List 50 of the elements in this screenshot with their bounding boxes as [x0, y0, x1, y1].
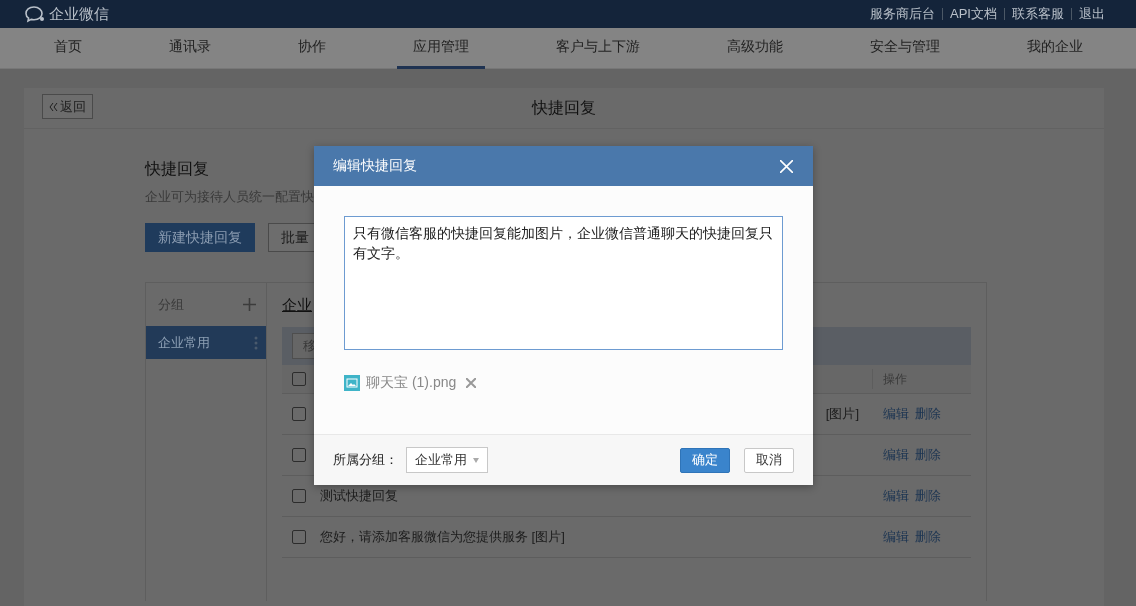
header-link[interactable]: 退出: [1071, 8, 1112, 20]
delete-link[interactable]: 删除: [915, 446, 941, 464]
reply-text-field[interactable]: 只有微信客服的快捷回复能加图片，企业微信普通聊天的快捷回复只有文字。: [344, 216, 783, 350]
create-reply-button[interactable]: 新建快捷回复: [145, 223, 255, 252]
list-title: 企业: [282, 294, 313, 315]
page-title: 快捷回复: [532, 97, 596, 118]
image-file-icon: [344, 375, 360, 391]
checkbox[interactable]: [292, 372, 306, 386]
reply-text: 测试快捷回复: [320, 487, 398, 505]
edit-link[interactable]: 编辑: [883, 446, 909, 464]
header-link[interactable]: 联系客服: [1004, 8, 1071, 20]
dropdown-arrow-icon: [473, 457, 479, 463]
nav-tab[interactable]: 客户与上下游: [539, 28, 656, 69]
delete-link[interactable]: 删除: [915, 487, 941, 505]
delete-link[interactable]: 删除: [915, 528, 941, 546]
nav-tab[interactable]: 我的企业: [1010, 28, 1099, 69]
checkbox[interactable]: [292, 448, 306, 462]
logo-text: 企业微信: [49, 4, 109, 24]
header-link[interactable]: API文档: [942, 8, 1004, 20]
nav-tab[interactable]: 通讯录: [152, 28, 227, 69]
nav-tab[interactable]: 高级功能: [710, 28, 799, 69]
reply-text: [图片]: [825, 405, 859, 423]
confirm-button[interactable]: 确定: [680, 447, 730, 473]
attachment-name: 聊天宝 (1).png: [366, 374, 457, 392]
reply-text: 您好，请添加客服微信为您提供服务 [图片]: [320, 528, 565, 546]
edit-link[interactable]: 编辑: [883, 405, 909, 423]
header-link[interactable]: 服务商后台: [863, 8, 943, 20]
close-icon[interactable]: [780, 159, 793, 173]
edit-link[interactable]: 编辑: [883, 528, 909, 546]
add-icon[interactable]: [243, 298, 256, 311]
nav-tab[interactable]: 安全与管理: [853, 28, 956, 69]
nav-tab[interactable]: 协作: [281, 28, 342, 69]
back-button[interactable]: 返回: [42, 94, 93, 119]
checkbox[interactable]: [292, 407, 306, 421]
double-chevron-icon: [49, 102, 58, 111]
checkbox[interactable]: [292, 530, 306, 544]
delete-link[interactable]: 删除: [915, 405, 941, 423]
nav-tab[interactable]: 应用管理: [396, 28, 485, 69]
more-icon[interactable]: [254, 335, 258, 350]
group-item[interactable]: 企业常用: [146, 326, 266, 359]
cancel-button[interactable]: 取消: [744, 447, 794, 473]
nav-tab[interactable]: 首页: [37, 28, 98, 69]
group-select[interactable]: 企业常用: [406, 447, 488, 473]
checkbox[interactable]: [292, 489, 306, 503]
remove-icon[interactable]: [466, 378, 477, 388]
edit-link[interactable]: 编辑: [883, 487, 909, 505]
section-title: 快捷回复: [145, 159, 209, 179]
chat-bubble-icon: [24, 5, 46, 23]
group-label: 所属分组：: [333, 451, 398, 469]
dialog-title: 编辑快捷回复: [333, 157, 417, 175]
